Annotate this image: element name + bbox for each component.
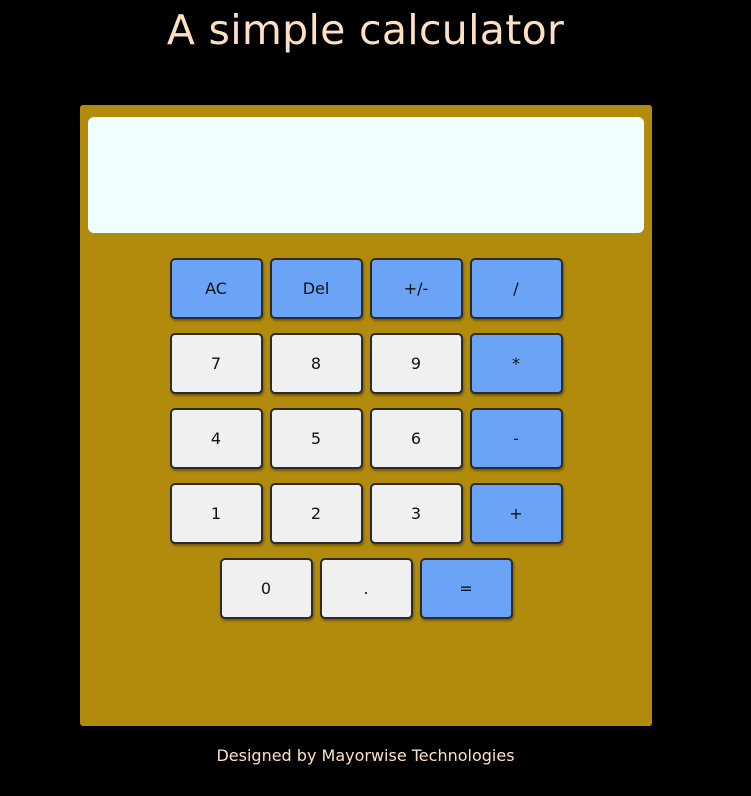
keypad-row: 456- — [80, 408, 652, 469]
equals-button[interactable]: = — [419, 558, 513, 619]
digit-8-button[interactable]: 8 — [269, 333, 363, 394]
digit-4-button[interactable]: 4 — [169, 408, 263, 469]
keypad: AC Del +/-/7 8 9 * 4 5 6-1 2 3 +0. = — [80, 258, 652, 633]
multiply-button[interactable]: * — [469, 333, 563, 394]
add-button[interactable]: + — [469, 483, 563, 544]
decimal-point-button[interactable]: . — [319, 558, 413, 619]
subtract-button[interactable]: - — [469, 408, 563, 469]
calculator-body: AC Del +/-/7 8 9 * 4 5 6-1 2 3 +0. = — [80, 105, 652, 726]
all-clear-button[interactable]: AC — [169, 258, 263, 319]
divide-button[interactable]: / — [469, 258, 563, 319]
footer-credit: Designed by Mayorwise Technologies — [216, 746, 515, 765]
digit-9-button[interactable]: 9 — [369, 333, 463, 394]
digit-1-button[interactable]: 1 — [169, 483, 263, 544]
keypad-row: 0. = — [80, 558, 652, 619]
digit-2-button[interactable]: 2 — [269, 483, 363, 544]
page: A simple calculator AC Del +/-/ 7 8 9 * 4 5 6- 1 2 3… — [0, 0, 751, 796]
calculator-display — [88, 117, 644, 233]
page-title: A simple calculator — [166, 6, 565, 54]
digit-0-button[interactable]: 0 — [219, 558, 313, 619]
digit-5-button[interactable]: 5 — [269, 408, 363, 469]
delete-button[interactable]: Del — [269, 258, 363, 319]
digit-7-button[interactable]: 7 — [169, 333, 263, 394]
keypad-row: 7 8 9 * — [80, 333, 652, 394]
keypad-row: 1 2 3 + — [80, 483, 652, 544]
sign-toggle-button[interactable]: +/- — [369, 258, 463, 319]
digit-6-button[interactable]: 6 — [369, 408, 463, 469]
keypad-row: AC Del +/- / — [80, 258, 652, 319]
digit-3-button[interactable]: 3 — [369, 483, 463, 544]
